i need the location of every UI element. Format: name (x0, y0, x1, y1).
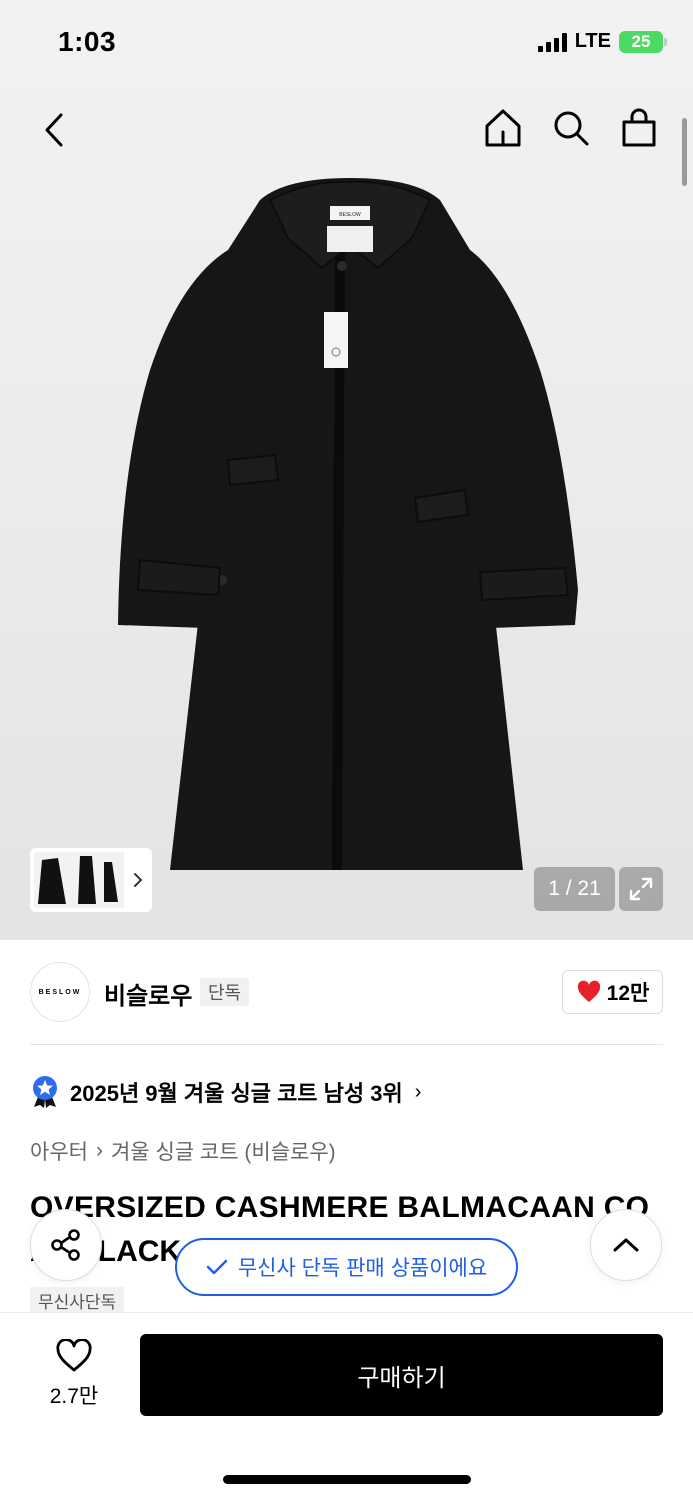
brand-like-count: 12만 (606, 982, 650, 1005)
ranking-link[interactable]: 2025년 9월 겨울 싱글 코트 남성 3위 › (30, 1074, 421, 1110)
chevron-right-icon (128, 872, 148, 888)
ranking-text: 2025년 9월 겨울 싱글 코트 남성 3위 (70, 1081, 403, 1106)
shopping-bag-icon (622, 108, 656, 147)
cart-button[interactable] (619, 106, 659, 150)
battery-icon: 25 (619, 30, 667, 53)
scroll-to-top-button[interactable] (590, 1209, 662, 1281)
brand-logo-text: BESLOW (38, 988, 82, 996)
status-bar: 1:03 LTE 25 (0, 0, 693, 86)
wishlist-button[interactable]: 2.7만 (44, 1338, 104, 1410)
product-title-line1: OVERSIZED CASHMERE BALMACAAN CO (30, 1191, 650, 1224)
wishlist-count: 2.7만 (49, 1385, 99, 1408)
thumbnail-strip[interactable] (30, 848, 152, 912)
breadcrumb-separator: › (95, 1139, 103, 1162)
home-icon (485, 109, 521, 147)
home-button[interactable] (483, 106, 523, 150)
share-button[interactable] (30, 1209, 102, 1281)
breadcrumb-item-outer[interactable]: 아우터 (30, 1136, 88, 1166)
bottom-purchase-bar: 2.7만 구매하기 (0, 1312, 693, 1500)
heart-filled-icon (577, 980, 600, 1002)
buy-button[interactable]: 구매하기 (140, 1334, 663, 1416)
header-actions (483, 106, 659, 150)
battery-level: 25 (631, 31, 651, 51)
expand-icon (629, 877, 653, 901)
search-icon (554, 111, 589, 146)
home-indicator[interactable] (223, 1475, 471, 1484)
exclusive-tag: 무신사단독 (30, 1287, 125, 1313)
product-photo-coat: BESLOW (118, 178, 578, 870)
share-icon (51, 1229, 80, 1261)
signal-icon (537, 32, 567, 52)
brand-exclusive-badge: 단독 (200, 978, 250, 1006)
thumbnail-images[interactable] (34, 852, 124, 908)
network-type: LTE (574, 30, 611, 52)
brand-row: BESLOW 비슬로우 단독 12만 (30, 962, 663, 1022)
check-icon (206, 1259, 228, 1275)
fullscreen-button[interactable] (619, 867, 663, 911)
chevron-up-icon (613, 1238, 639, 1252)
breadcrumb-item-category[interactable]: 겨울 싱글 코트 (비슬로우) (111, 1136, 336, 1166)
status-time: 1:03 (58, 26, 117, 57)
brand-name[interactable]: 비슬로우 (104, 976, 192, 1011)
breadcrumb: 아우터 › 겨울 싱글 코트 (비슬로우) (30, 1136, 336, 1166)
heart-outline-icon (56, 1338, 92, 1372)
scrollbar[interactable] (682, 118, 687, 186)
toast-text: 무신사 단독 판매 상품이에요 (237, 1257, 488, 1280)
chevron-left-icon (45, 113, 63, 147)
brand-logo[interactable]: BESLOW (30, 962, 90, 1022)
product-image-gallery[interactable]: 1:03 LTE 25 BESLOW 1 / 21 (0, 0, 693, 940)
brand-like-button[interactable]: 12만 (562, 970, 663, 1014)
image-counter: 1 / 21 (534, 867, 615, 911)
exclusive-toast: 무신사 단독 판매 상품이에요 (175, 1238, 518, 1296)
chevron-right-icon: › (414, 1080, 422, 1103)
search-button[interactable] (551, 106, 591, 150)
back-button[interactable] (36, 108, 72, 152)
ranking-medal-icon (33, 1076, 57, 1108)
divider (30, 1044, 663, 1045)
status-indicators: LTE 25 (537, 30, 667, 53)
coat-label-text: BESLOW (339, 212, 361, 218)
